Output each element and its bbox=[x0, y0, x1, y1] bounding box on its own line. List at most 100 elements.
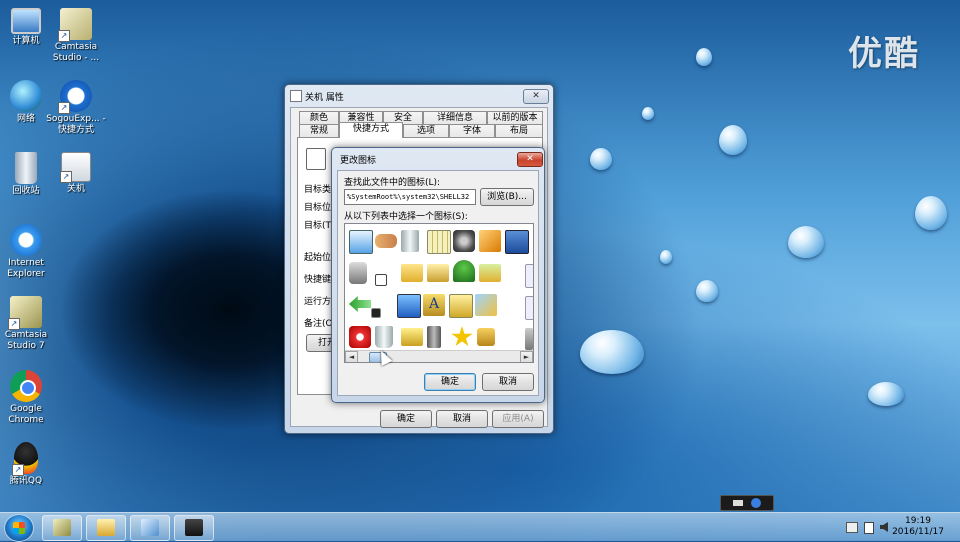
find-icons-label: 查找此文件中的图标(L): bbox=[344, 178, 441, 188]
computer-window-icon[interactable] bbox=[505, 230, 529, 254]
clock-time: 19:19 bbox=[905, 516, 931, 526]
recycle-bin-icon bbox=[15, 152, 37, 184]
icon-list[interactable]: A ◄ ► bbox=[344, 223, 534, 363]
change-icon-titlebar[interactable]: 更改图标 ✕ bbox=[332, 148, 544, 168]
taskbar-app-camtasia-recorder[interactable] bbox=[130, 515, 170, 541]
font-icon[interactable]: A bbox=[423, 294, 445, 316]
shortcut-arrow-icon[interactable] bbox=[375, 274, 387, 286]
padlock-icon[interactable] bbox=[477, 328, 495, 346]
shortcut-arrow-icon: ↗ bbox=[8, 318, 20, 330]
close-button[interactable]: ✕ bbox=[517, 152, 543, 167]
tab-details[interactable]: 详细信息 bbox=[423, 111, 487, 125]
tab-font[interactable]: 字体 bbox=[449, 124, 495, 138]
water-drop bbox=[868, 382, 904, 406]
network-icon bbox=[10, 80, 42, 112]
desktop-icon-camtasia[interactable]: ↗ Camtasia Studio 7 bbox=[0, 296, 56, 352]
green-arrow-icon[interactable] bbox=[349, 296, 371, 312]
taskbar-app-camtasia[interactable] bbox=[42, 515, 82, 541]
recycle-bin-full-icon[interactable] bbox=[401, 230, 419, 252]
pictures-icon[interactable] bbox=[475, 294, 497, 316]
scroll-left-button[interactable]: ◄ bbox=[345, 351, 358, 362]
ok-button[interactable]: 确定 bbox=[380, 410, 432, 428]
folder-check-icon[interactable] bbox=[427, 264, 449, 282]
window-icon[interactable] bbox=[525, 296, 533, 320]
ok-button[interactable]: 确定 bbox=[424, 373, 476, 391]
windows-logo-icon bbox=[13, 522, 25, 534]
network-tray-icon[interactable] bbox=[846, 522, 858, 533]
water-drop bbox=[915, 196, 947, 230]
shutdown-shortcut-icon: ↗ bbox=[60, 152, 91, 183]
tab-general[interactable]: 常规 bbox=[299, 124, 339, 138]
youku-watermark: 优酷 bbox=[848, 34, 920, 74]
explorer-folder-icon bbox=[97, 519, 115, 536]
box-icon[interactable] bbox=[371, 308, 381, 318]
scroll-right-button[interactable]: ► bbox=[520, 351, 533, 362]
desktop-icon-label: 回收站 bbox=[12, 186, 40, 196]
tab-options[interactable]: 选项 bbox=[403, 124, 449, 138]
cancel-button[interactable]: 取消 bbox=[482, 373, 534, 391]
desktop-icon-label: Google Chrome bbox=[8, 404, 44, 425]
change-icon-dialog: 更改图标 ✕ 查找此文件中的图标(L): %SystemRoot%\system… bbox=[331, 147, 545, 403]
shortcut-arrow-icon: ↗ bbox=[12, 464, 24, 476]
clock[interactable]: 19:19 2016/11/17 bbox=[888, 516, 948, 538]
window-grid-icon[interactable] bbox=[427, 230, 451, 254]
tree-icon[interactable] bbox=[453, 260, 475, 282]
taskbar-app-explorer[interactable] bbox=[86, 515, 126, 541]
desktop-icon-label: Internet Explorer bbox=[7, 258, 45, 279]
desktop-icon-label: SogouExp... - 快捷方式 bbox=[46, 114, 106, 135]
desktop-icon-shutdown[interactable]: ↗ 关机 bbox=[46, 152, 106, 195]
clock-date: 2016/11/17 bbox=[892, 527, 944, 537]
ie-icon bbox=[10, 224, 42, 256]
qq-icon: ↗ bbox=[12, 442, 38, 476]
cancel-button[interactable]: 取消 bbox=[436, 410, 488, 428]
folder-monitor-icon[interactable] bbox=[449, 294, 473, 318]
camtasia-shortcut-icon: ↗ bbox=[58, 8, 92, 42]
browse-button[interactable]: 浏览(B)... bbox=[480, 188, 534, 206]
water-drop bbox=[696, 48, 712, 66]
apply-button[interactable]: 应用(A) bbox=[492, 410, 544, 428]
star-icon[interactable] bbox=[451, 326, 473, 347]
change-icon-title: 更改图标 bbox=[340, 156, 377, 166]
taskbar-app-video[interactable] bbox=[174, 515, 214, 541]
desktop-icon-qq[interactable]: ↗ 腾讯QQ bbox=[0, 442, 56, 487]
monitor-icon[interactable] bbox=[349, 230, 373, 254]
display-icon[interactable] bbox=[397, 294, 421, 318]
icon-file-path-input[interactable]: %SystemRoot%\system32\SHELL32 bbox=[344, 189, 476, 205]
tab-previous-versions[interactable]: 以前的版本 bbox=[487, 111, 543, 125]
shortcut-file-icon bbox=[306, 148, 326, 170]
recorder-widget[interactable] bbox=[720, 495, 774, 511]
water-drop bbox=[696, 280, 718, 302]
recycle-bin-icon[interactable] bbox=[375, 326, 393, 348]
tab-layout[interactable]: 布局 bbox=[495, 124, 543, 138]
desktop-icon-chrome[interactable]: Google Chrome bbox=[0, 370, 56, 426]
power-icon[interactable] bbox=[349, 326, 371, 348]
key-icon[interactable] bbox=[479, 230, 501, 252]
tab-color[interactable]: 颜色 bbox=[299, 111, 339, 125]
folder-arrow-icon[interactable] bbox=[479, 264, 501, 282]
desktop-icon-label: Camtasia Studio 7 bbox=[4, 330, 48, 351]
properties-titlebar[interactable]: 关机 属性 ✕ bbox=[285, 85, 553, 105]
water-drop bbox=[788, 226, 824, 258]
taskbar: 19:19 2016/11/17 bbox=[0, 495, 960, 542]
water-drop bbox=[660, 250, 672, 264]
desktop-icon-sogou[interactable]: ↗ SogouExp... - 快捷方式 bbox=[46, 80, 106, 136]
desktop-icon-camtasia-shortcut[interactable]: ↗ Camtasia Studio - ... bbox=[46, 8, 106, 64]
folder-key-icon[interactable] bbox=[401, 264, 423, 282]
close-button[interactable]: ✕ bbox=[523, 89, 549, 104]
handshake-icon[interactable] bbox=[375, 234, 397, 248]
start-button[interactable] bbox=[4, 514, 34, 542]
tab-shortcut[interactable]: 快捷方式 bbox=[339, 122, 403, 138]
keyboard-icon bbox=[733, 500, 743, 506]
desktop-icon-label: 关机 bbox=[66, 184, 85, 194]
mixer-icon[interactable] bbox=[525, 328, 533, 350]
disk-drive-icon[interactable] bbox=[453, 230, 475, 252]
window-icon[interactable] bbox=[525, 264, 533, 288]
speaker-icon[interactable] bbox=[349, 262, 367, 284]
folder-users-icon[interactable] bbox=[401, 328, 423, 346]
icon-list-scrollbar[interactable]: ◄ ► bbox=[345, 350, 533, 362]
shortcut-arrow-icon: ↗ bbox=[60, 171, 72, 183]
flag-tray-icon[interactable] bbox=[864, 522, 874, 534]
desktop-icon-ie[interactable]: Internet Explorer bbox=[0, 224, 56, 280]
server-icon[interactable] bbox=[427, 326, 441, 348]
volume-tray-icon[interactable] bbox=[880, 522, 888, 532]
